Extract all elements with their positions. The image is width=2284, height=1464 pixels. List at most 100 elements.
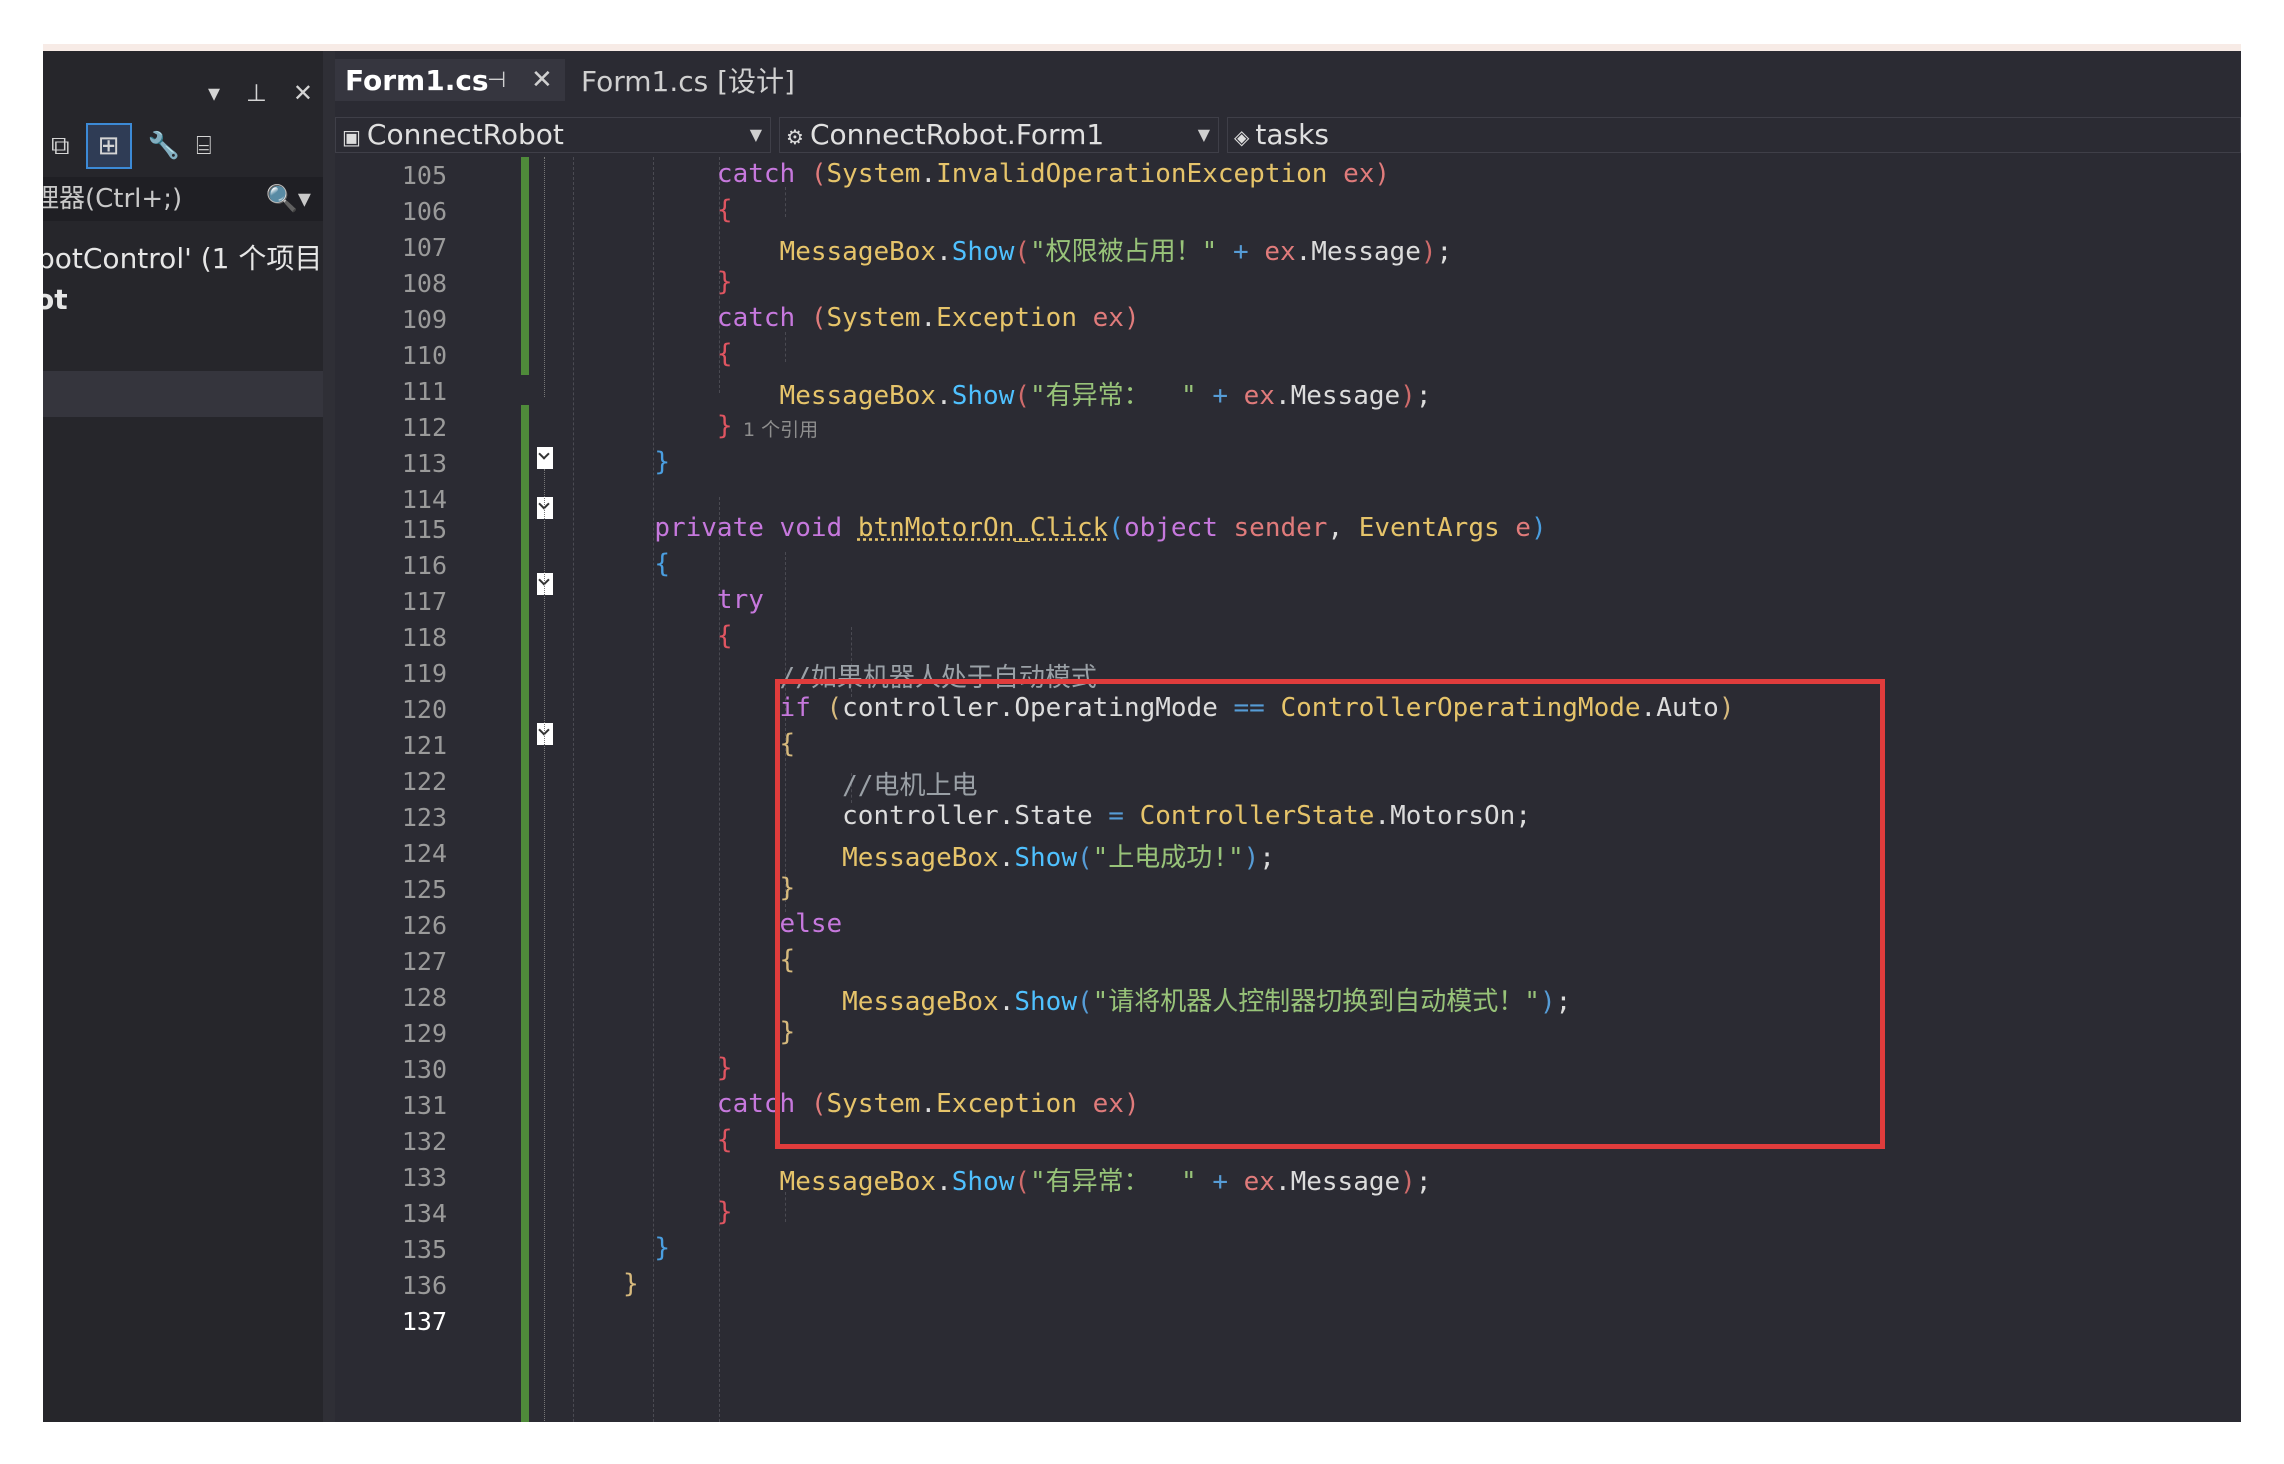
code-line: } (779, 1017, 796, 1047)
line-number: 123 (401, 803, 447, 832)
panel-splitter[interactable] (323, 51, 335, 1422)
search-icon[interactable]: 🔍▾ (266, 177, 311, 221)
line-number: 106 (401, 197, 447, 226)
chevron-down-icon: ▼ (749, 125, 762, 144)
line-number: 134 (401, 1199, 447, 1228)
class-dropdown[interactable]: ⚙ ConnectRobot.Form1 ▼ (779, 117, 1219, 153)
line-number: 120 (401, 695, 447, 724)
code-line: } (716, 1053, 733, 1083)
line-number: 124 (401, 839, 447, 868)
code-line: } (716, 411, 733, 441)
project-dropdown[interactable]: ▣ ConnectRobot ▼ (335, 117, 771, 153)
switch-views-icon[interactable]: ⊞ (85, 123, 132, 169)
line-number: 113 (401, 449, 447, 478)
fold-line (544, 469, 546, 1422)
code-line: MessageBox.Show("有异常： " + ex.Message); (779, 1167, 1432, 1197)
class-icon: ⚙ (786, 125, 804, 149)
code-line: private void btnMotorOn_Click(object sen… (654, 513, 1547, 543)
line-number: 135 (401, 1235, 447, 1264)
member-dropdown[interactable]: ◈ tasks (1227, 117, 2241, 153)
search-placeholder: 理器(Ctrl+;) (43, 184, 183, 214)
navigation-bar: ▣ ConnectRobot ▼ ⚙ ConnectRobot.Form1 ▼ ◈ t… (335, 117, 2241, 153)
field-lock-icon: ◈ (1234, 125, 1250, 149)
indent-guide (785, 332, 786, 362)
line-number: 133 (401, 1163, 447, 1192)
pin-icon[interactable]: ⊥ (246, 79, 267, 107)
fold-collapse-icon[interactable] (537, 447, 553, 469)
class-dropdown-value: ConnectRobot.Form1 (809, 118, 1105, 151)
indent-guide (573, 157, 574, 1422)
code-line: MessageBox.Show("有异常： " + ex.Message); (779, 381, 1432, 411)
code-line: { (654, 549, 670, 579)
selected-tree-row[interactable] (43, 371, 323, 417)
line-number: 112 (401, 413, 447, 442)
code-line: { (716, 1125, 733, 1155)
properties-wrench-icon[interactable]: 🔧 (148, 131, 180, 161)
line-number: 108 (401, 269, 447, 298)
line-number: 130 (401, 1055, 447, 1084)
tab-label: Form1.cs [设计] (581, 65, 795, 98)
code-editor[interactable]: 105 106 107 108 109 110 111 112 113 114 115 116 117 1… (335, 157, 2241, 1422)
line-number: 127 (401, 947, 447, 976)
code-line: } (779, 873, 796, 903)
ide-window: ▾ ⊥ ✕ ⧉ ⊞ 🔧 ⌸ 理器(Ctrl+;) 🔍▾ botControl' … (43, 51, 2241, 1422)
line-number: 126 (401, 911, 447, 940)
tab-pin-icon[interactable]: ⊣ (487, 68, 506, 93)
code-line: { (716, 195, 733, 225)
code-line: try (716, 585, 764, 615)
line-number: 137 (401, 1307, 447, 1336)
code-line: { (716, 339, 733, 369)
line-number: 114 (401, 485, 447, 514)
code-line: } (654, 447, 670, 477)
line-number: 129 (401, 1019, 447, 1048)
panel-window-controls: ▾ ⊥ ✕ (208, 79, 313, 107)
csharp-project-icon: ▣ (342, 125, 361, 149)
code-line: { (779, 729, 796, 759)
line-number: 105 (401, 161, 447, 190)
line-number: 117 (401, 587, 447, 616)
line-number: 107 (401, 233, 447, 262)
code-line: } (654, 1233, 670, 1263)
line-number: 136 (401, 1271, 447, 1300)
code-line: } (716, 267, 733, 297)
tab-form1-cs[interactable]: Form1.cs ⊣ ✕ (335, 59, 565, 101)
collapse-all-icon[interactable]: ⧉ (51, 131, 70, 162)
line-number: 125 (401, 875, 447, 904)
code-line: catch (System.InvalidOperationException … (716, 159, 1391, 189)
code-line: } (623, 1269, 639, 1299)
highlight-annotation-box (775, 679, 1885, 1149)
solution-explorer-panel: ▾ ⊥ ✕ ⧉ ⊞ 🔧 ⌸ 理器(Ctrl+;) 🔍▾ botControl' … (43, 51, 323, 1422)
line-number: 109 (401, 305, 447, 334)
reference-count-codelens[interactable]: 1 个引用 (743, 415, 818, 442)
solution-search-box[interactable]: 理器(Ctrl+;) 🔍▾ (43, 177, 323, 221)
line-number: 121 (401, 731, 447, 760)
member-dropdown-value: tasks (1255, 118, 1329, 151)
line-number: 111 (401, 377, 447, 406)
code-line: } (716, 1197, 733, 1227)
solution-node[interactable]: botControl' (1 个项目 (43, 237, 322, 277)
indent-guide (785, 187, 786, 217)
change-indicator (521, 405, 529, 1422)
tab-form1-designer[interactable]: Form1.cs [设计] (581, 59, 795, 101)
line-number: 119 (401, 659, 447, 688)
tab-close-icon[interactable]: ✕ (531, 65, 553, 95)
preview-icon[interactable]: ⌸ (196, 131, 212, 162)
line-number: 110 (401, 341, 447, 370)
project-node[interactable]: ot (43, 283, 68, 316)
solution-explorer-toolbar: ⧉ ⊞ 🔧 ⌸ (51, 123, 212, 169)
code-line: { (779, 945, 796, 975)
line-number: 132 (401, 1127, 447, 1156)
project-dropdown-value: ConnectRobot (366, 118, 564, 151)
dropdown-icon[interactable]: ▾ (208, 79, 220, 107)
line-number: 116 (401, 551, 447, 580)
code-line: catch (System.Exception ex) (716, 303, 1140, 333)
line-number: 118 (401, 623, 447, 652)
line-number: 128 (401, 983, 447, 1012)
code-line: MessageBox.Show("权限被占用！" + ex.Message); (779, 237, 1453, 267)
line-number: 131 (401, 1091, 447, 1120)
close-icon[interactable]: ✕ (293, 79, 313, 107)
document-tab-bar: Form1.cs ⊣ ✕ Form1.cs [设计] (335, 51, 2241, 101)
fold-line (544, 157, 546, 397)
code-line: { (716, 621, 733, 651)
chevron-down-icon: ▼ (1197, 125, 1210, 144)
